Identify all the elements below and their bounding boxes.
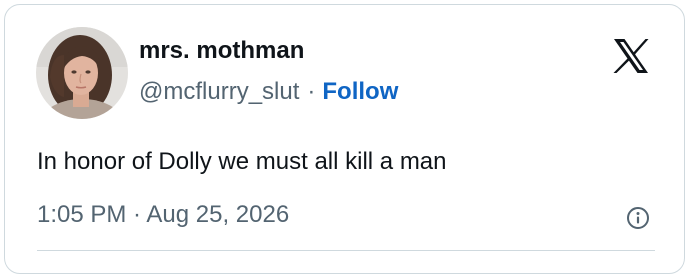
info-icon[interactable] bbox=[626, 206, 650, 230]
author-handle-row: @mcflurry_slut · Follow bbox=[139, 78, 398, 106]
divider bbox=[37, 250, 655, 251]
tweet-text: In honor of Dolly we must all kill a man bbox=[37, 148, 447, 175]
author-handle[interactable]: @mcflurry_slut bbox=[139, 78, 299, 105]
tweet-timestamp[interactable]: 1:05 PM · Aug 25, 2026 bbox=[37, 201, 289, 229]
avatar-photo bbox=[36, 27, 128, 119]
author-avatar[interactable] bbox=[36, 27, 128, 119]
separator-dot: · bbox=[307, 78, 316, 105]
x-logo-icon[interactable] bbox=[612, 38, 650, 74]
follow-button[interactable]: Follow bbox=[322, 78, 398, 105]
tweet-card: mrs. mothman @mcflurry_slut · Follow In ho… bbox=[4, 4, 685, 274]
author-display-name[interactable]: mrs. mothman bbox=[139, 37, 304, 65]
